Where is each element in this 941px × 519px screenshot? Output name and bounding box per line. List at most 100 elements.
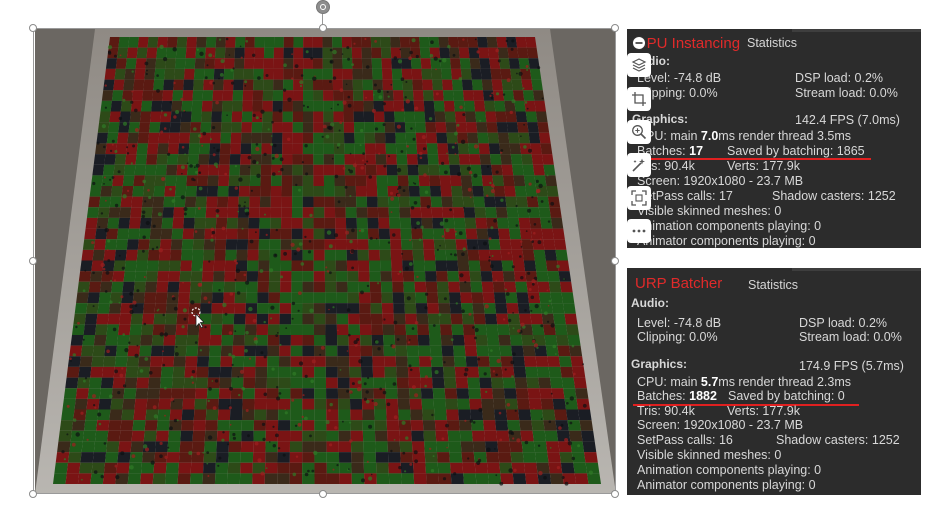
leaf-speck xyxy=(195,170,198,174)
crop-icon[interactable] xyxy=(627,87,651,111)
plant-tile xyxy=(148,377,161,389)
magic-wand-icon[interactable] xyxy=(627,153,651,177)
leaf-speck xyxy=(83,379,86,383)
plant-tile xyxy=(442,90,454,101)
plant-tile xyxy=(518,217,531,229)
leaf-speck xyxy=(183,212,187,216)
leaf-speck xyxy=(128,341,131,344)
leaf-speck xyxy=(82,289,86,293)
plant-tile xyxy=(107,313,121,325)
screen-select-icon[interactable] xyxy=(627,186,651,210)
plant-tile xyxy=(550,217,564,229)
plant-tile xyxy=(404,122,416,133)
plant-tile xyxy=(126,47,138,59)
plant-tile xyxy=(208,366,221,378)
plant-tile xyxy=(514,100,526,112)
plant-tile xyxy=(159,388,172,399)
plant-tile xyxy=(423,249,436,261)
resize-handle-top-left[interactable] xyxy=(29,24,37,32)
plant-tile xyxy=(436,452,450,463)
plant-tile xyxy=(324,281,337,293)
leaf-speck xyxy=(142,249,145,253)
leaf-speck xyxy=(218,77,220,80)
leaf-speck xyxy=(449,208,452,212)
plant-tile xyxy=(478,366,491,378)
leaf-speck xyxy=(358,229,361,232)
plant-tile xyxy=(326,409,339,421)
leaf-speck xyxy=(150,460,155,465)
leaf-speck xyxy=(312,76,317,81)
resize-handle-bottom-right[interactable] xyxy=(611,490,619,498)
plant-tile xyxy=(383,356,397,367)
leaf-speck xyxy=(365,96,368,99)
plant-tile xyxy=(363,452,377,463)
zoom-in-icon[interactable] xyxy=(627,120,651,144)
leaf-speck xyxy=(255,116,259,120)
verts-count: Verts: 177.9k xyxy=(727,159,800,173)
plant-tile xyxy=(481,175,494,186)
leaf-speck xyxy=(424,306,428,310)
plant-tile xyxy=(324,186,335,197)
leaf-speck xyxy=(156,74,159,77)
leaf-speck xyxy=(297,422,302,427)
plant-tile xyxy=(157,409,171,421)
plant-tile xyxy=(392,79,403,91)
leaf-speck xyxy=(163,113,168,117)
resize-handle-right[interactable] xyxy=(611,257,619,265)
plant-tile xyxy=(467,249,480,261)
leaf-speck xyxy=(277,447,281,450)
leaf-speck xyxy=(143,276,146,278)
resize-handle-bottom-left[interactable] xyxy=(29,490,37,498)
plant-tile xyxy=(540,217,553,229)
leaf-speck xyxy=(208,387,212,391)
rotate-handle-icon[interactable] xyxy=(316,0,330,14)
leaf-speck xyxy=(451,145,455,149)
plant-tile xyxy=(553,313,566,325)
plant-tile xyxy=(116,462,130,474)
leaf-speck xyxy=(492,370,496,373)
leaf-speck xyxy=(260,351,264,355)
plant-tile xyxy=(124,377,138,389)
resize-handle-top[interactable] xyxy=(319,24,327,32)
resize-handle-left[interactable] xyxy=(29,257,37,265)
minus-circle-icon[interactable] xyxy=(627,31,651,55)
leaf-speck xyxy=(119,54,122,57)
leaf-speck xyxy=(122,333,125,336)
tab-statistics[interactable]: Statistics xyxy=(747,36,797,50)
plant-tile xyxy=(488,143,501,155)
plant-tile xyxy=(402,271,415,282)
plant-tile xyxy=(478,47,490,59)
plant-tile xyxy=(258,228,271,240)
leaf-speck xyxy=(263,320,266,324)
leaf-speck xyxy=(252,318,257,323)
leaf-speck xyxy=(414,321,419,325)
resize-handle-bottom[interactable] xyxy=(319,490,327,498)
leaf-speck xyxy=(497,59,501,63)
plant-tile xyxy=(91,356,105,367)
plant-tile xyxy=(282,143,293,155)
leaf-speck xyxy=(499,438,503,442)
plant-tile xyxy=(154,68,166,80)
plant-tile xyxy=(232,345,245,357)
plant-tile xyxy=(183,388,196,399)
plant-tile xyxy=(348,345,361,357)
tab-statistics[interactable]: Statistics xyxy=(748,278,798,292)
plant-tile xyxy=(165,473,179,484)
leaf-speck xyxy=(127,189,130,192)
more-icon[interactable] xyxy=(627,219,651,243)
leaf-speck xyxy=(236,291,241,295)
plant-tile xyxy=(471,292,484,304)
plant-tile xyxy=(170,239,183,250)
mouse-cursor-icon xyxy=(190,306,205,333)
resize-handle-top-right[interactable] xyxy=(611,24,619,32)
leaf-speck xyxy=(533,343,539,348)
plant-tile xyxy=(544,175,557,186)
plant-tile xyxy=(337,356,350,367)
leaf-speck xyxy=(456,123,460,127)
plant-tile xyxy=(323,111,334,123)
plant-tile xyxy=(280,281,292,293)
layers-icon[interactable] xyxy=(627,53,651,77)
plant-tile xyxy=(233,68,244,80)
plant-tile xyxy=(203,462,216,474)
leaf-speck xyxy=(271,120,274,124)
